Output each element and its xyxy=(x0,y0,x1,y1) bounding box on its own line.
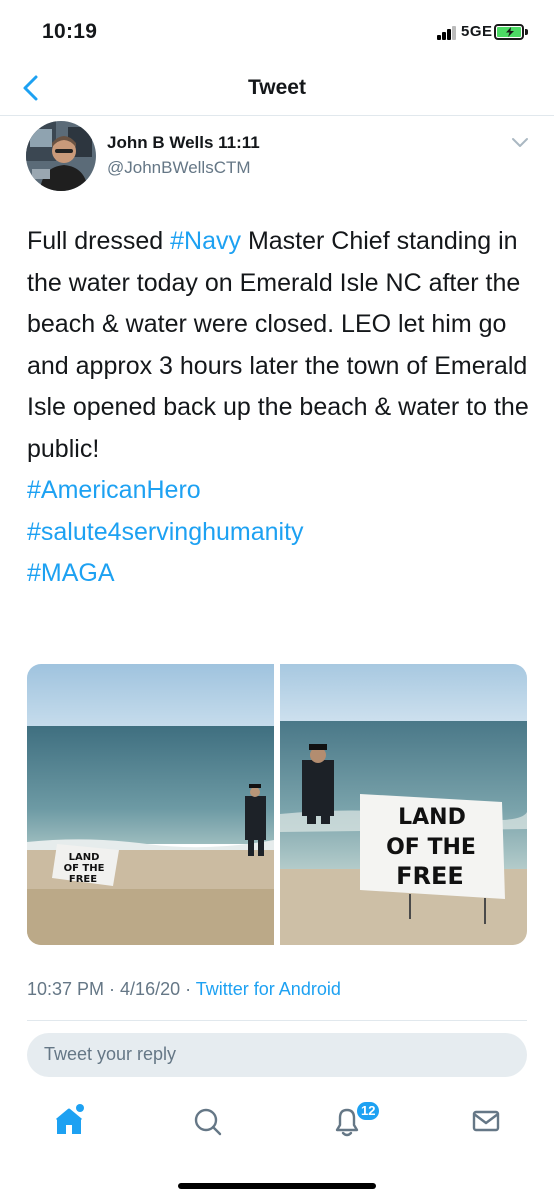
nav-bar: Tweet xyxy=(0,60,554,116)
status-time: 10:19 xyxy=(42,20,98,43)
reply-input[interactable]: Tweet your reply xyxy=(27,1033,527,1077)
sign-text: FREE xyxy=(396,862,464,890)
notification-badge: 12 xyxy=(355,1100,382,1122)
sign-text: OF THE xyxy=(64,863,105,874)
home-indicator xyxy=(178,1183,376,1189)
author-name[interactable]: John B Wells 11:11 xyxy=(107,133,260,153)
divider xyxy=(27,1020,527,1021)
avatar[interactable] xyxy=(26,121,96,191)
home-icon xyxy=(56,1104,84,1134)
sign-text: LAND xyxy=(398,805,466,830)
search-icon xyxy=(194,1108,222,1136)
battery-tip xyxy=(525,29,528,35)
chevron-down-icon xyxy=(512,138,528,147)
hashtag-link[interactable]: #salute4servinghumanity xyxy=(27,518,304,546)
sign-text: FREE xyxy=(69,874,97,885)
sign-text: OF THE xyxy=(386,835,476,860)
tweet-text-part: Full dressed xyxy=(27,227,171,255)
tweet-text: Full dressed #Navy Master Chief standing… xyxy=(27,221,537,595)
battery-icon xyxy=(494,24,524,40)
status-bar: 10:19 5GE xyxy=(0,0,554,60)
tab-messages[interactable] xyxy=(461,1096,511,1146)
tab-home[interactable] xyxy=(44,1096,94,1146)
hashtag-link[interactable]: #Navy xyxy=(170,227,241,255)
hashtag-link[interactable]: #AmericanHero xyxy=(27,476,201,504)
hashtag-link[interactable]: #MAGA xyxy=(27,559,115,587)
tweet-timestamp: 10:37 PM · 4/16/20 · xyxy=(27,979,196,999)
tweet-source-link[interactable]: Twitter for Android xyxy=(196,979,341,999)
network-label: 5GE xyxy=(461,23,493,40)
tab-search[interactable] xyxy=(183,1096,233,1146)
sign-text: LAND xyxy=(69,852,100,863)
media-photo[interactable]: LAND OF THE FREE xyxy=(280,664,527,945)
tweet-meta: 10:37 PM · 4/16/20 · Twitter for Android xyxy=(27,979,341,1000)
tweet-options-button[interactable] xyxy=(510,136,530,150)
tweet-text-part: Master Chief standing in the water today… xyxy=(27,227,529,463)
media-photo[interactable]: LAND OF THE FREE xyxy=(27,664,274,945)
messages-icon xyxy=(472,1110,500,1132)
author-handle[interactable]: @JohnBWellsCTM xyxy=(107,158,251,178)
signal-strength-icon xyxy=(437,26,457,40)
tab-bar xyxy=(0,1092,554,1152)
tweet-media: LAND OF THE FREE LAND OF THE FREE xyxy=(27,664,527,945)
charging-icon xyxy=(506,27,514,37)
page-title: Tweet xyxy=(248,76,306,99)
